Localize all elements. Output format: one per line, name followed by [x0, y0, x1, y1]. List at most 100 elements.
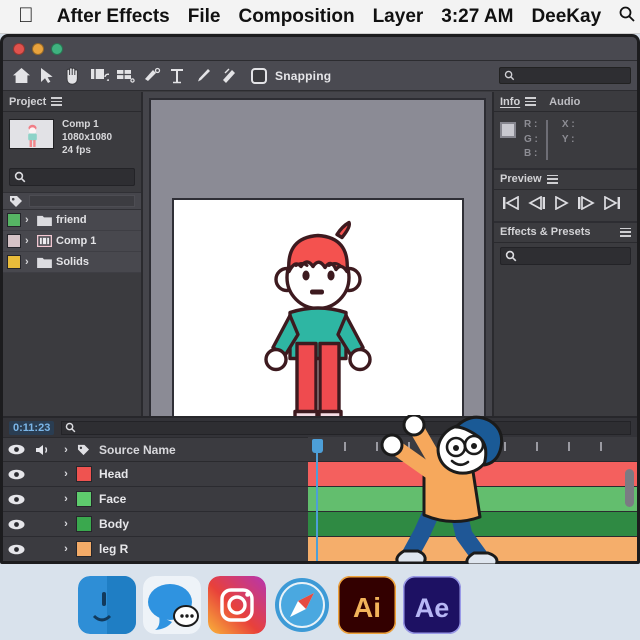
menu-item-layer[interactable]: Layer	[364, 6, 433, 28]
list-item[interactable]: › Solids	[3, 252, 141, 274]
item-label: Solids	[56, 256, 90, 269]
snapping-checkbox[interactable]	[251, 67, 267, 84]
layer-color-cell[interactable]	[74, 516, 93, 532]
expand-chevron-icon[interactable]: ›	[58, 543, 74, 555]
apple-logo-icon[interactable]: 	[18, 5, 34, 26]
selection-arrow-icon[interactable]	[35, 65, 59, 87]
expand-chevron-icon[interactable]: ›	[58, 468, 74, 480]
folder-icon	[37, 258, 52, 269]
search-icon	[14, 172, 26, 183]
timeline-search-input[interactable]	[61, 420, 631, 435]
chevron-right-icon[interactable]: ›	[25, 235, 33, 247]
previous-frame-button[interactable]	[527, 195, 546, 215]
visibility-eye-icon[interactable]	[3, 519, 30, 530]
composition-icon	[37, 235, 52, 248]
folder-icon	[37, 216, 52, 227]
dock-item-safari[interactable]	[273, 576, 331, 634]
layer-color-cell[interactable]	[74, 466, 93, 482]
visibility-eye-icon[interactable]	[3, 444, 30, 455]
clone-stamp-icon[interactable]	[217, 65, 241, 87]
dock-item-messages[interactable]	[143, 576, 201, 634]
layer-color-cell[interactable]	[74, 491, 93, 507]
menubar-username[interactable]: DeeKay	[522, 6, 610, 28]
item-label: Comp 1	[56, 235, 97, 248]
panel-menu-icon[interactable]	[620, 227, 631, 237]
visibility-eye-icon[interactable]	[3, 494, 30, 505]
y-value: Y :	[561, 133, 575, 145]
tab-info[interactable]: Info	[500, 96, 520, 108]
project-item-list: › friend › Comp 1 › Solids	[3, 210, 141, 274]
divider	[545, 120, 548, 160]
timeline-panel: 0:11:23 › Source Name › Head › Face › Bo…	[3, 416, 637, 561]
menu-item-after-effects[interactable]: After Effects	[48, 6, 179, 28]
timeline-ruler[interactable]	[308, 437, 637, 462]
panel-menu-icon[interactable]	[525, 97, 537, 106]
toolbar-search-input[interactable]	[499, 67, 631, 84]
screen:  After Effects File Composition Layer 3…	[0, 0, 640, 640]
effects-panel-title: Effects & Presets	[500, 226, 591, 238]
window-close-button[interactable]	[13, 42, 25, 55]
label-tag-icon[interactable]	[74, 444, 93, 456]
comp-summary[interactable]: Comp 1 1080x1080 24 fps	[3, 112, 141, 164]
list-item[interactable]: › Comp 1	[3, 231, 141, 253]
tag-field[interactable]	[29, 195, 135, 208]
expand-chevron-icon[interactable]: ›	[58, 518, 74, 530]
ruler-tick	[408, 442, 410, 451]
type-icon[interactable]	[165, 65, 189, 87]
first-frame-button[interactable]	[502, 195, 521, 215]
layer-duration-bar[interactable]	[308, 512, 637, 537]
play-button[interactable]	[552, 195, 571, 215]
b-value: B :	[524, 148, 538, 159]
dock-item-instagram[interactable]	[208, 576, 266, 634]
hand-icon[interactable]	[61, 65, 85, 87]
visibility-eye-icon[interactable]	[3, 544, 30, 555]
brush-icon[interactable]	[191, 65, 215, 87]
tag-icon	[10, 195, 22, 207]
panel-menu-icon[interactable]	[546, 174, 558, 184]
comp-metadata: Comp 1 1080x1080 24 fps	[62, 119, 112, 157]
layer-color-cell[interactable]	[74, 541, 93, 557]
item-color-swatch	[7, 213, 21, 228]
window-minimize-button[interactable]	[32, 42, 44, 55]
playhead-marker[interactable]	[312, 439, 323, 453]
project-panel-header: Project	[3, 92, 141, 112]
layer-color-swatch	[75, 466, 92, 482]
layer-duration-bar[interactable]	[308, 487, 637, 512]
effects-search-input[interactable]	[500, 246, 631, 265]
expand-chevron-icon[interactable]: ›	[58, 493, 74, 505]
project-tag-row	[3, 192, 141, 211]
rotation-icon[interactable]	[87, 65, 111, 87]
chevron-right-icon[interactable]: ›	[25, 214, 33, 226]
home-icon[interactable]	[9, 65, 33, 87]
menu-item-composition[interactable]: Composition	[229, 6, 363, 28]
timeline-header: 0:11:23	[3, 418, 637, 437]
ruler-tick	[376, 442, 378, 451]
layer-duration-bar[interactable]	[308, 462, 637, 487]
macos-dock: Ai Ae	[0, 564, 640, 640]
menu-item-file[interactable]: File	[179, 6, 230, 28]
timeline-track-area[interactable]	[308, 437, 637, 561]
dock-item-illustrator[interactable]: Ai	[338, 576, 396, 634]
dock-item-finder[interactable]	[78, 576, 136, 634]
visibility-eye-icon[interactable]	[3, 469, 30, 480]
list-item[interactable]: › friend	[3, 210, 141, 232]
window-maximize-button[interactable]	[51, 42, 63, 55]
layer-duration-bar[interactable]	[308, 537, 637, 561]
expand-chevron-icon[interactable]: ›	[58, 444, 74, 456]
svg-text:Ai: Ai	[353, 592, 381, 623]
last-frame-button[interactable]	[602, 195, 621, 215]
chevron-right-icon[interactable]: ›	[25, 256, 33, 268]
pen-icon[interactable]	[139, 65, 163, 87]
info-panel-header: Info Audio	[494, 92, 637, 112]
dock-item-after-effects[interactable]: Ae	[403, 576, 461, 634]
next-frame-button[interactable]	[577, 195, 596, 215]
item-color-swatch	[7, 255, 21, 270]
timeline-scrollbar[interactable]	[625, 469, 634, 507]
panel-menu-icon[interactable]	[51, 97, 63, 106]
audio-speaker-icon[interactable]	[30, 444, 58, 456]
camera-icon[interactable]	[113, 65, 137, 87]
project-search-input[interactable]	[9, 168, 135, 187]
spotlight-search-icon[interactable]	[618, 5, 636, 28]
current-timecode[interactable]: 0:11:23	[9, 420, 55, 435]
tab-audio[interactable]: Audio	[549, 96, 580, 108]
